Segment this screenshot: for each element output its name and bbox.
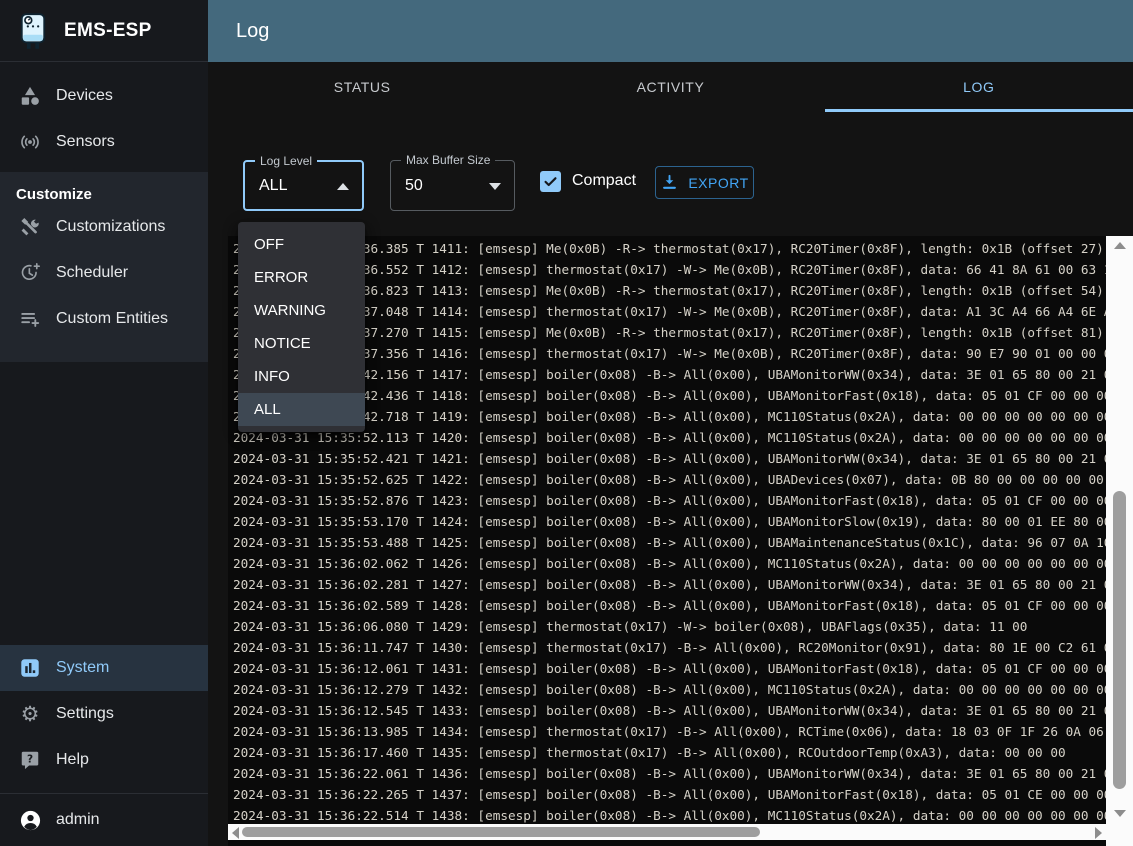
menu-option-error[interactable]: ERROR: [238, 261, 365, 294]
sidebar-item-label: System: [56, 659, 109, 677]
app-title: EMS-ESP: [64, 20, 152, 42]
log-line: 2024-03-31 15:36:22.265 T 1437: [emsesp]…: [233, 784, 1106, 805]
sidebar-item-custom-entities[interactable]: Custom Entities: [0, 296, 208, 342]
log-line: 2024-03-31 15:36:22.061 T 1436: [emsesp]…: [233, 763, 1106, 784]
sidebar-item-help[interactable]: ? Help: [0, 737, 208, 783]
sidebar-item-label: Settings: [56, 705, 114, 723]
sidebar-item-admin[interactable]: admin: [0, 794, 208, 846]
svg-text:?: ?: [27, 753, 33, 765]
page-title: Log: [236, 20, 269, 43]
menu-option-warning[interactable]: WARNING: [238, 294, 365, 327]
sidebar-item-label: Help: [56, 751, 89, 769]
sidebar-item-scheduler[interactable]: Scheduler: [0, 250, 208, 296]
log-line: 2024-03-31 15:36:12.545 T 1433: [emsesp]…: [233, 700, 1106, 721]
sidebar-item-devices[interactable]: Devices: [0, 73, 208, 119]
customize-section-header: Customize: [0, 184, 208, 204]
log-line: 2024-03-31 15:36:13.985 T 1434: [emsesp]…: [233, 721, 1106, 742]
sidebar-item-system[interactable]: System: [0, 645, 208, 691]
page-header: Log: [208, 0, 1133, 62]
tab-bar: STATUS ACTIVITY LOG: [208, 62, 1133, 112]
log-line: 2024-03-31 15:36:12.279 T 1432: [emsesp]…: [233, 679, 1106, 700]
log-line: 2024-03-31 15:35:53.170 T 1424: [emsesp]…: [233, 511, 1106, 532]
compact-checkbox[interactable]: [540, 171, 561, 192]
max-buffer-size-value: 50: [405, 177, 423, 195]
max-buffer-size-select[interactable]: Max Buffer Size 50: [390, 160, 515, 211]
sidebar-item-sensors[interactable]: Sensors: [0, 119, 208, 165]
tab-log[interactable]: LOG: [825, 62, 1133, 112]
sidebar-item-label: Customizations: [56, 218, 165, 236]
log-line: 2024-03-31 15:36:17.460 T 1435: [emsesp]…: [233, 742, 1106, 763]
scroll-down-arrow[interactable]: [1114, 810, 1126, 817]
sidebar-item-label: Sensors: [56, 133, 115, 151]
log-line: 2024-03-31 15:35:52.876 T 1423: [emsesp]…: [233, 490, 1106, 511]
customize-section: Customize Customizations Schedul: [0, 172, 208, 362]
log-line: 2024-03-31 15:36:22.514 T 1438: [emsesp]…: [233, 805, 1106, 826]
log-line: 2024-03-31 15:36:11.747 T 1430: [emsesp]…: [233, 637, 1106, 658]
export-button[interactable]: EXPORT: [655, 166, 754, 199]
chevron-up-icon: [337, 183, 349, 190]
export-button-label: EXPORT: [688, 175, 748, 191]
help-icon: ?: [18, 748, 42, 772]
log-line: 2024-03-31 15:35:52.625 T 1422: [emsesp]…: [233, 469, 1106, 490]
log-line: 2024-03-31 15:36:12.061 T 1431: [emsesp]…: [233, 658, 1106, 679]
log-line: 2024-03-31 15:36:02.062 T 1426: [emsesp]…: [233, 553, 1106, 574]
menu-option-all[interactable]: ALL: [238, 393, 365, 426]
log-level-select[interactable]: Log Level ALL: [243, 160, 364, 211]
log-line: 2024-03-31 15:35:53.488 T 1425: [emsesp]…: [233, 532, 1106, 553]
compact-checkbox-label: Compact: [572, 172, 636, 190]
scroll-up-arrow[interactable]: [1114, 242, 1126, 249]
tab-activity[interactable]: ACTIVITY: [516, 62, 824, 112]
vertical-scrollbar-thumb[interactable]: [1113, 491, 1126, 789]
checkmark-icon: [542, 173, 559, 190]
gear-icon: ⚙: [18, 702, 42, 726]
app-logo-row: EMS-ESP: [0, 0, 208, 62]
tab-status[interactable]: STATUS: [208, 62, 516, 112]
sidebar: EMS-ESP Devices Sensors Customize: [0, 0, 208, 846]
sidebar-item-label: Custom Entities: [56, 310, 168, 328]
horizontal-scrollbar-thumb[interactable]: [242, 827, 760, 837]
boiler-logo-icon: [18, 12, 48, 50]
menu-option-info[interactable]: INFO: [238, 360, 365, 393]
active-tab-indicator: [825, 109, 1133, 112]
vertical-scrollbar[interactable]: [1106, 236, 1133, 846]
tools-icon: [18, 215, 42, 239]
sensors-icon: [18, 130, 42, 154]
log-line: 2024-03-31 15:35:52.421 T 1421: [emsesp]…: [233, 448, 1106, 469]
max-buffer-size-label: Max Buffer Size: [401, 153, 495, 167]
download-icon: [660, 173, 679, 192]
scroll-left-arrow[interactable]: [232, 827, 239, 839]
admin-user-label: admin: [56, 811, 100, 829]
scroll-right-arrow[interactable]: [1095, 827, 1102, 839]
log-line: 2024-03-31 15:36:02.281 T 1427: [emsesp]…: [233, 574, 1106, 595]
list-plus-icon: [18, 307, 42, 331]
sidebar-item-label: Scheduler: [56, 264, 128, 282]
log-level-value: ALL: [259, 177, 287, 195]
devices-icon: [18, 84, 42, 108]
log-line: 2024-03-31 15:36:02.589 T 1428: [emsesp]…: [233, 595, 1106, 616]
sidebar-item-settings[interactable]: ⚙ Settings: [0, 691, 208, 737]
system-chart-icon: [18, 656, 42, 680]
chevron-down-icon: [489, 183, 501, 190]
menu-option-notice[interactable]: NOTICE: [238, 327, 365, 360]
sidebar-item-label: Devices: [56, 87, 113, 105]
horizontal-scrollbar[interactable]: [228, 824, 1106, 840]
clock-plus-icon: [18, 261, 42, 285]
sidebar-item-customizations[interactable]: Customizations: [0, 204, 208, 250]
menu-option-off[interactable]: OFF: [238, 228, 365, 261]
avatar-icon: [18, 808, 42, 832]
log-level-menu: OFFERRORWARNINGNOTICEINFOALL: [238, 222, 365, 432]
log-level-label: Log Level: [255, 154, 317, 168]
log-line: 2024-03-31 15:36:06.080 T 1429: [emsesp]…: [233, 616, 1106, 637]
